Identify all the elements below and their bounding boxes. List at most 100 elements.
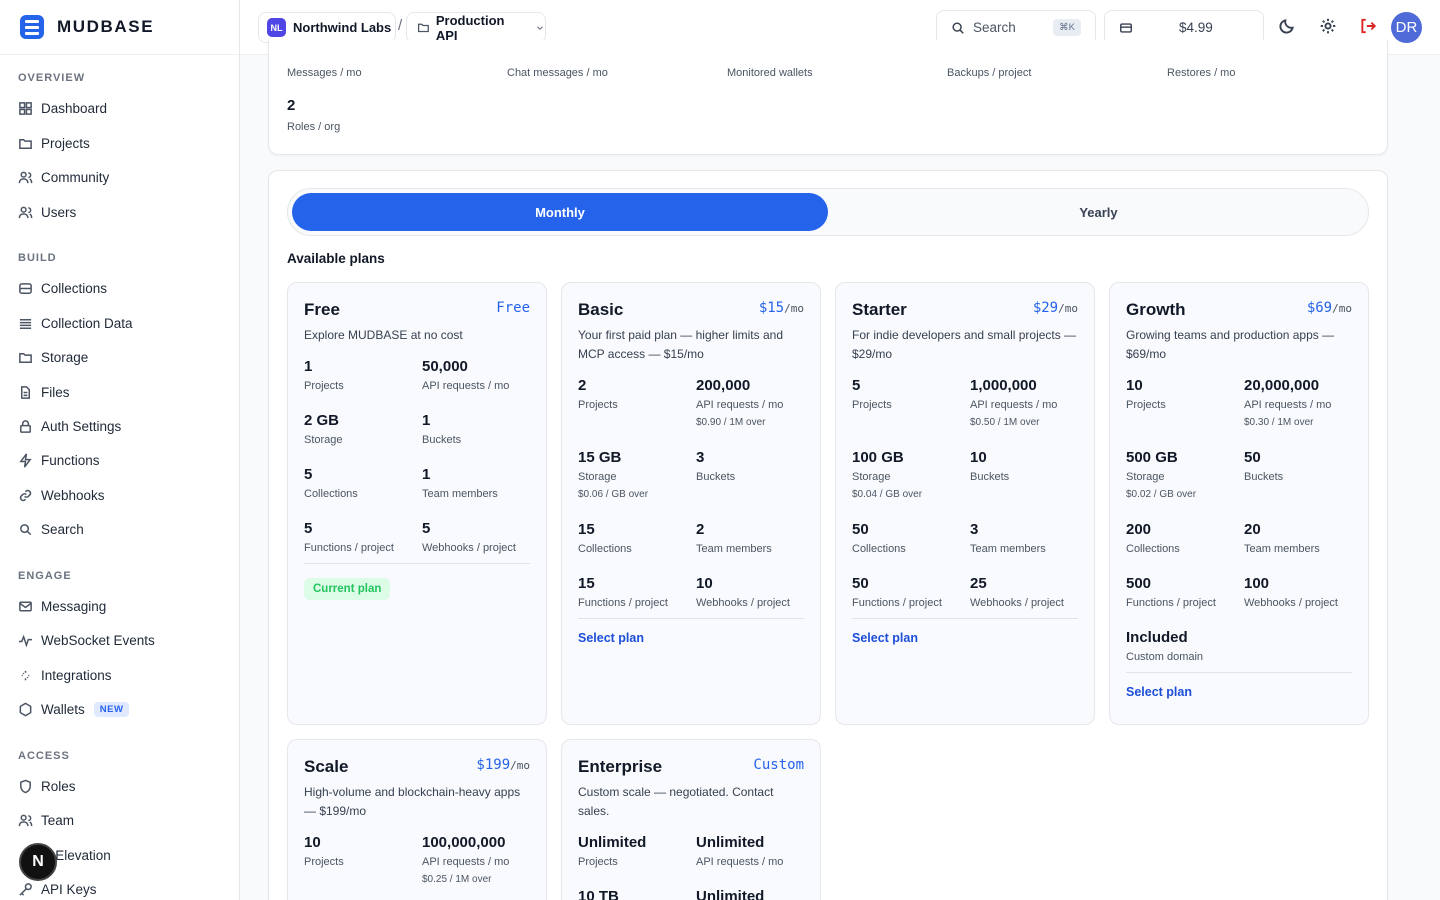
- breadcrumb-separator: /: [398, 17, 403, 34]
- grid-icon: [19, 101, 32, 115]
- plan-name: Basic: [578, 300, 624, 319]
- sidebar-item-label: Roles: [41, 778, 76, 794]
- feature-overage: $0.04 / GB over: [852, 489, 923, 500]
- plan-price-period: /mo: [510, 759, 530, 772]
- org-name: Northwind Labs: [293, 20, 392, 35]
- feature-label: Projects: [304, 856, 344, 868]
- feature-label: Team members: [422, 488, 498, 500]
- sidebar-item-label: Team: [41, 812, 75, 828]
- sidebar-item-messaging[interactable]: Messaging: [18, 595, 106, 617]
- logout-button[interactable]: [1359, 17, 1379, 37]
- avatar[interactable]: DR: [1391, 12, 1422, 43]
- folder-icon: [19, 138, 32, 149]
- theme-toggle-button[interactable]: [1278, 17, 1298, 37]
- feature-value: 2: [696, 521, 705, 538]
- plan-price-amount: $199: [476, 757, 511, 773]
- sidebar-item-users[interactable]: Users: [18, 201, 76, 223]
- sidebar-item-team[interactable]: Team: [18, 809, 74, 831]
- moon-icon: [1279, 19, 1294, 34]
- sparkle-icon: [21, 670, 30, 680]
- feature-value: Unlimited: [696, 834, 765, 851]
- sidebar-item-dashboard[interactable]: Dashboard: [18, 97, 107, 119]
- sidebar-item-websocket-events[interactable]: WebSocket Events: [18, 629, 155, 651]
- sidebar-item-api-keys[interactable]: API Keys: [18, 878, 97, 900]
- feature-value: 1: [304, 358, 313, 375]
- feature-label: Projects: [852, 399, 892, 411]
- feature-value: 5: [422, 520, 431, 537]
- plan-divider: [1126, 672, 1352, 673]
- feature-value: Included: [1126, 629, 1188, 646]
- sidebar-item-auth-settings[interactable]: Auth Settings: [18, 415, 121, 437]
- sidebar-item-label: Files: [41, 384, 70, 400]
- feature-label: Team members: [1244, 543, 1320, 555]
- billing-period-toggle: Monthly Yearly: [287, 188, 1369, 236]
- plan-price: $69/mo: [1307, 300, 1352, 316]
- plan-price: $15/mo: [759, 300, 804, 316]
- assistant-fab-button[interactable]: N: [19, 843, 57, 881]
- settings-button[interactable]: [1319, 17, 1339, 37]
- sidebar-item-projects[interactable]: Projects: [18, 132, 90, 154]
- feature-label: Buckets: [970, 471, 1010, 483]
- org-switcher[interactable]: NL Northwind Labs: [258, 12, 396, 43]
- sidebar-item-label: Collection Data: [41, 315, 133, 331]
- sidebar-item-collections[interactable]: Collections: [18, 277, 107, 299]
- select-plan-button[interactable]: Select plan: [1126, 685, 1192, 699]
- plan-divider: [304, 563, 530, 564]
- feature-value: 1: [422, 412, 431, 429]
- feature-label: Team members: [970, 543, 1046, 555]
- plan-price-amount: $15: [758, 300, 785, 316]
- sidebar-item-label: Webhooks: [41, 487, 105, 503]
- usage-label: Restores / mo: [1167, 67, 1236, 79]
- activity-icon: [18, 634, 33, 648]
- feature-label: Functions / project: [304, 542, 394, 554]
- sidebar-item-label: Dashboard: [41, 100, 108, 116]
- sidebar-item-integrations[interactable]: Integrations: [18, 664, 112, 686]
- logo-icon: [20, 15, 44, 39]
- plan-card-scale: Scale $199/mo High-volume and blockchain-h…: [287, 739, 547, 900]
- sidebar-item-storage[interactable]: Storage: [18, 346, 88, 368]
- feature-value: 1: [422, 466, 431, 483]
- feature-label: Storage: [578, 471, 617, 483]
- plan-price: Custom: [753, 757, 804, 773]
- plan-price: $29/mo: [1033, 300, 1078, 316]
- sidebar-item-label: Auth Settings: [41, 418, 122, 434]
- feature-label: Collections: [852, 543, 906, 555]
- sidebar-item-label: Community: [41, 169, 110, 185]
- sidebar-item-label: Functions: [41, 452, 100, 468]
- yearly-toggle-button[interactable]: Yearly: [831, 193, 1366, 231]
- feature-label: Functions / project: [852, 597, 942, 609]
- bolt-icon: [19, 452, 32, 468]
- sidebar-item-webhooks[interactable]: Webhooks: [18, 484, 105, 506]
- plan-name: Growth: [1126, 300, 1186, 319]
- feature-label: Collections: [304, 488, 358, 500]
- feature-value: 50: [852, 521, 869, 538]
- folder-icon: [19, 352, 32, 363]
- sidebar-item-search[interactable]: Search: [18, 518, 84, 540]
- plan-price-period: /mo: [1058, 302, 1078, 315]
- feature-label: API requests / mo: [696, 856, 784, 868]
- current-plan-badge: Current plan: [304, 578, 391, 600]
- sidebar-item-wallets[interactable]: Wallets NEW: [18, 698, 130, 720]
- plan-name: Scale: [304, 757, 349, 776]
- feature-value: 15: [578, 575, 595, 592]
- sidebar-item-label: Search: [41, 521, 84, 537]
- sidebar-item-collection-data[interactable]: Collection Data: [18, 312, 133, 334]
- sidebar-item-functions[interactable]: Functions: [18, 449, 100, 471]
- feature-value: Unlimited: [696, 888, 765, 900]
- sidebar-item-files[interactable]: Files: [18, 381, 70, 403]
- feature-value: 10: [970, 449, 987, 466]
- feature-label: Projects: [578, 399, 618, 411]
- plan-price-amount: $29: [1032, 300, 1059, 316]
- sidebar-item-roles[interactable]: Roles: [18, 775, 76, 797]
- sidebar-item-community[interactable]: Community: [18, 166, 109, 188]
- feature-value: 500: [1126, 575, 1152, 592]
- plan-description: High-volume and blockchain-heavy apps — …: [304, 785, 521, 818]
- brand[interactable]: MUDBASE: [0, 0, 239, 55]
- select-plan-button[interactable]: Select plan: [578, 631, 644, 645]
- monthly-toggle-button[interactable]: Monthly: [292, 193, 828, 231]
- plan-name: Enterprise: [578, 757, 663, 776]
- credit-amount: $4.99: [1179, 20, 1213, 35]
- select-plan-button[interactable]: Select plan: [852, 631, 918, 645]
- feature-label: API requests / mo: [696, 399, 784, 411]
- project-switcher[interactable]: Production API: [406, 12, 546, 43]
